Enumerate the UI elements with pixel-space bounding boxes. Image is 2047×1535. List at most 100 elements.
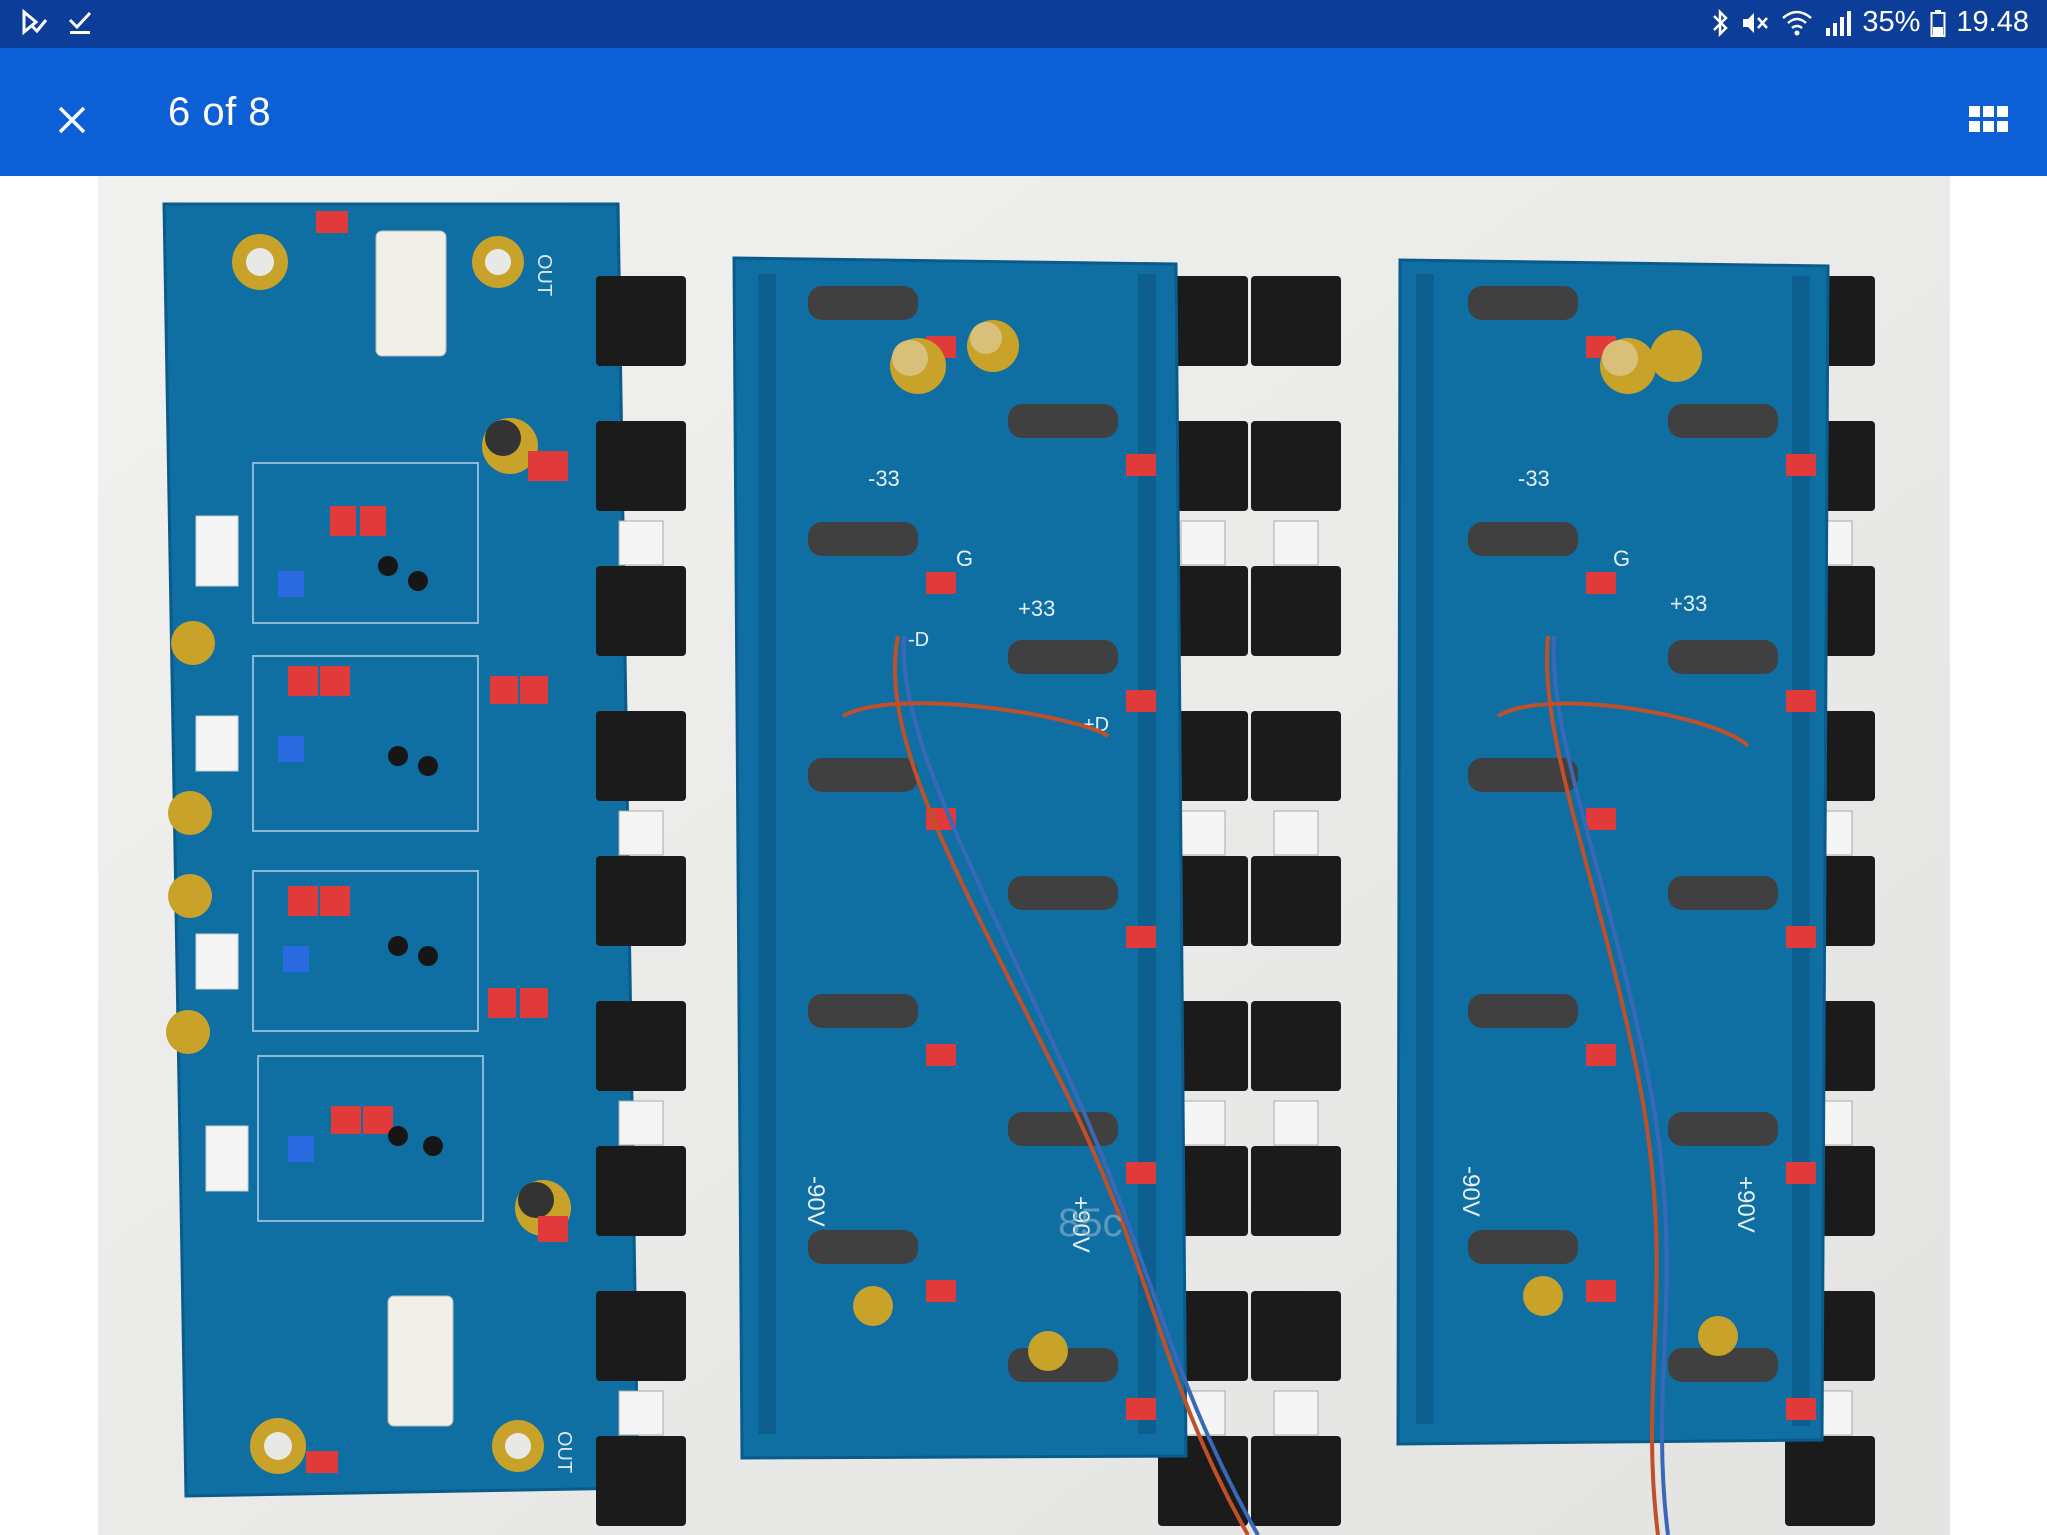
power-transistor (1251, 421, 1341, 511)
red-capacitor (1786, 690, 1816, 712)
power-resistor (1668, 1112, 1778, 1146)
power-resistor (1668, 876, 1778, 910)
heatsink-tab (618, 520, 664, 566)
power-transistor (596, 1146, 686, 1236)
power-resistor (1008, 876, 1118, 910)
heatsink-tab (618, 810, 664, 856)
red-capacitor (1586, 808, 1616, 830)
power-transistor (596, 566, 686, 656)
power-transistor (596, 856, 686, 946)
heatsink-tab (1273, 520, 1319, 566)
red-capacitor (1126, 926, 1156, 948)
battery-icon (1930, 9, 1946, 37)
power-transistor (1251, 566, 1341, 656)
red-capacitor (1786, 926, 1816, 948)
mute-icon (1740, 8, 1770, 38)
power-transistor (1251, 1436, 1341, 1526)
red-capacitor (1126, 1398, 1156, 1420)
relay (375, 230, 447, 357)
power-resistor (808, 286, 918, 320)
label-g: G (956, 546, 973, 571)
red-capacitor (926, 1044, 956, 1066)
red-capacitor (1786, 454, 1816, 476)
red-capacitor (1586, 572, 1616, 594)
power-transistor (596, 276, 686, 366)
out-label-bottom: OUT (553, 1431, 575, 1473)
pcb-board-left: OUT OUT (162, 202, 640, 1498)
power-transistor (596, 1001, 686, 1091)
close-button[interactable] (40, 88, 104, 152)
capacitor (1028, 1331, 1068, 1371)
app-bar: 6 of 8 (0, 48, 2047, 176)
power-transistor (1251, 856, 1341, 946)
power-resistor (1668, 640, 1778, 674)
label-right-plus33: +33 (1670, 591, 1707, 616)
power-resistor (808, 758, 918, 792)
label-minus90: -90V (802, 1176, 829, 1227)
red-capacitor (1786, 1398, 1816, 1420)
relay (387, 1295, 454, 1427)
power-transistor (596, 711, 686, 801)
status-left (20, 8, 94, 36)
capacitor (168, 791, 212, 835)
heatsink-tab (1180, 1100, 1226, 1146)
power-resistor (808, 1230, 918, 1264)
power-transistor (596, 1291, 686, 1381)
connector (195, 715, 239, 772)
power-transistor (1251, 1146, 1341, 1236)
page-title: 6 of 8 (168, 90, 272, 134)
signal-icon (1824, 8, 1852, 38)
red-capacitor (926, 1280, 956, 1302)
status-bar: 35% 19.48 (0, 0, 2047, 48)
red-capacitor (1586, 1280, 1616, 1302)
heatsink-tab (618, 1390, 664, 1436)
power-transistor (1251, 1291, 1341, 1381)
red-capacitor (1586, 1044, 1616, 1066)
power-transistor (1251, 1001, 1341, 1091)
power-transistor (596, 1436, 686, 1526)
capacitor (853, 1286, 893, 1326)
photo-viewer-image[interactable]: OUT OUT -33 +33 G -D +D -90V +90V -33 +3… (98, 176, 1950, 1535)
power-resistor (1468, 994, 1578, 1028)
power-transistor (596, 421, 686, 511)
power-transistor (1251, 276, 1341, 366)
label-plus33: +33 (1018, 596, 1055, 621)
capacitor (166, 1010, 210, 1054)
label-right-g: G (1613, 546, 1630, 571)
heatsink-tab (1273, 1100, 1319, 1146)
label-right-minus33: -33 (1518, 466, 1550, 491)
red-capacitor (1126, 454, 1156, 476)
status-right: 35% 19.48 (1710, 6, 2029, 39)
capacitor (171, 621, 215, 665)
power-resistor (1668, 404, 1778, 438)
pcb-board-right: -33 +33 G -90V +90V (1396, 258, 1830, 1446)
power-resistor (1008, 640, 1118, 674)
red-capacitor (1786, 1162, 1816, 1184)
heatsink-tab (1180, 520, 1226, 566)
heatsink-tab (618, 1100, 664, 1146)
play-check-icon (20, 8, 48, 36)
out-label-top: OUT (533, 254, 555, 296)
power-resistor (1008, 404, 1118, 438)
connector (195, 933, 239, 990)
power-transistor (1251, 711, 1341, 801)
heatsink-tab (1273, 810, 1319, 856)
heatsink-tab (1180, 810, 1226, 856)
battery-percent: 35% (1862, 6, 1921, 38)
wifi-icon (1780, 8, 1814, 38)
red-capacitor (1126, 1162, 1156, 1184)
label-minus-d: -D (908, 629, 929, 651)
label-right-minus90: -90V (1457, 1166, 1484, 1217)
bluetooth-icon (1710, 8, 1730, 38)
download-done-icon (66, 8, 94, 36)
power-resistor (1468, 1230, 1578, 1264)
red-capacitor (1126, 690, 1156, 712)
red-capacitor (926, 572, 956, 594)
heatsink-tab (1273, 1390, 1319, 1436)
clock: 19.48 (1956, 6, 2029, 38)
capacitor (1650, 330, 1702, 382)
power-resistor (1468, 286, 1578, 320)
grid-view-button[interactable] (1957, 88, 2021, 152)
capacitor (1523, 1276, 1563, 1316)
power-resistor (1468, 522, 1578, 556)
